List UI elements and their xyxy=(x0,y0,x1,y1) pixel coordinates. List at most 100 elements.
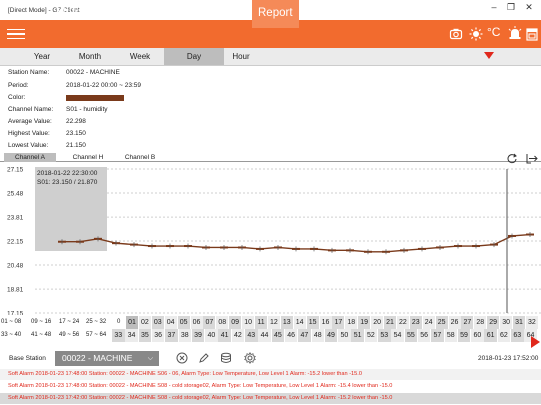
alarm-icon[interactable] xyxy=(508,26,522,42)
brightness-icon[interactable] xyxy=(469,27,483,41)
day-15[interactable]: 15 xyxy=(306,316,319,329)
day-26[interactable]: 26 xyxy=(448,316,461,329)
range-01-08[interactable]: 01 ~ 08 xyxy=(1,316,21,329)
day-11[interactable]: 11 xyxy=(255,316,267,329)
celsius-icon[interactable]: °C xyxy=(487,25,500,39)
close-button[interactable]: ✕ xyxy=(522,2,536,13)
tab-channel-b[interactable]: Channel B xyxy=(114,153,166,162)
range-49-56[interactable]: 49 ~ 56 xyxy=(59,329,79,342)
chart-area[interactable]: 27.15 25.48 23.81 22.15 20.48 18.81 17.15 2018… xyxy=(0,163,541,318)
tab-channel-h[interactable]: Channel H xyxy=(62,153,114,162)
calendar-icon[interactable] xyxy=(526,27,538,41)
base-station-select[interactable]: 00022 - MACHINE ⌵ xyxy=(55,351,159,366)
settings-icon[interactable] xyxy=(244,352,256,364)
day-25[interactable]: 25 xyxy=(435,316,448,329)
day-09[interactable]: 09 xyxy=(229,316,242,329)
range-57-64[interactable]: 57 ~ 64 xyxy=(86,329,106,342)
camera-icon[interactable] xyxy=(449,27,463,41)
day-22[interactable]: 22 xyxy=(396,316,409,329)
week-43[interactable]: 43 xyxy=(245,329,258,342)
week-57[interactable]: 57 xyxy=(431,329,444,342)
database-icon[interactable] xyxy=(220,352,232,364)
range-25-32[interactable]: 25 ~ 32 xyxy=(86,316,106,329)
day-02[interactable]: 02 xyxy=(138,316,151,329)
week-53[interactable]: 53 xyxy=(378,329,391,342)
tab-channel-a[interactable]: Channel A xyxy=(4,153,56,162)
range-41-48[interactable]: 41 ~ 48 xyxy=(31,329,51,342)
day-01[interactable]: 01 xyxy=(126,316,138,329)
day-17[interactable]: 17 xyxy=(332,316,345,329)
tab-week[interactable]: Week xyxy=(110,48,170,65)
week-54[interactable]: 54 xyxy=(391,329,404,342)
day-12[interactable]: 12 xyxy=(267,316,280,329)
week-51[interactable]: 51 xyxy=(351,329,364,342)
week-61[interactable]: 61 xyxy=(484,329,497,342)
day-06[interactable]: 06 xyxy=(190,316,203,329)
day-31[interactable]: 31 xyxy=(513,316,525,329)
week-38[interactable]: 38 xyxy=(178,329,191,342)
edit-icon[interactable] xyxy=(198,352,210,364)
day-21[interactable]: 21 xyxy=(384,316,396,329)
nav-meter[interactable]: Meter xyxy=(56,7,85,19)
day-27[interactable]: 27 xyxy=(461,316,474,329)
day-28[interactable]: 28 xyxy=(474,316,487,329)
week-60[interactable]: 60 xyxy=(471,329,484,342)
week-62[interactable]: 62 xyxy=(497,329,511,342)
day-13[interactable]: 13 xyxy=(280,316,293,329)
day-32[interactable]: 32 xyxy=(525,316,538,329)
week-50[interactable]: 50 xyxy=(338,329,351,342)
alarm-row[interactable]: Soft Alarm 2018-01-23 17:48:00 Station: … xyxy=(0,381,541,392)
nav-hmi[interactable]: HMI xyxy=(124,7,145,19)
week-44[interactable]: 44 xyxy=(258,329,271,342)
week-48[interactable]: 48 xyxy=(311,329,324,342)
day-08[interactable]: 08 xyxy=(216,316,229,329)
alarm-row[interactable]: Soft Alarm 2018-01-23 17:42:00 Station: … xyxy=(0,393,541,404)
day-14[interactable]: 14 xyxy=(293,316,306,329)
day-20[interactable]: 20 xyxy=(371,316,384,329)
day-03[interactable]: 03 xyxy=(151,316,164,329)
week-52[interactable]: 52 xyxy=(364,329,378,342)
week-34[interactable]: 34 xyxy=(125,329,138,342)
week-49[interactable]: 49 xyxy=(324,329,338,342)
day-24[interactable]: 24 xyxy=(422,316,435,329)
day-07[interactable]: 07 xyxy=(203,316,216,329)
week-47[interactable]: 47 xyxy=(298,329,311,342)
tab-hour[interactable]: Hour xyxy=(211,48,271,65)
day-05[interactable]: 05 xyxy=(177,316,190,329)
week-55[interactable]: 55 xyxy=(404,329,418,342)
menu-icon[interactable] xyxy=(7,28,25,40)
range-17-24[interactable]: 17 ~ 24 xyxy=(59,316,79,329)
week-56[interactable]: 56 xyxy=(417,329,431,342)
day-18[interactable]: 18 xyxy=(345,316,358,329)
week-33[interactable]: 33 xyxy=(112,329,125,342)
week-46[interactable]: 46 xyxy=(284,329,298,342)
week-42[interactable]: 42 xyxy=(231,329,245,342)
range-09-16[interactable]: 09 ~ 16 xyxy=(31,316,51,329)
nav-report[interactable]: Report xyxy=(252,0,299,28)
day-29[interactable]: 29 xyxy=(487,316,500,329)
week-59[interactable]: 59 xyxy=(457,329,471,342)
week-45[interactable]: 45 xyxy=(271,329,285,342)
week-37[interactable]: 37 xyxy=(165,329,178,342)
minimize-button[interactable]: – xyxy=(487,2,501,12)
week-36[interactable]: 36 xyxy=(151,329,165,342)
collapse-arrow-icon[interactable] xyxy=(484,52,494,59)
clear-icon[interactable] xyxy=(176,352,188,364)
alarm-row[interactable]: Soft Alarm 2018-01-23 17:48:00 Station: … xyxy=(0,369,541,380)
week-35[interactable]: 35 xyxy=(138,329,152,342)
day-19[interactable]: 19 xyxy=(358,316,371,329)
week-58[interactable]: 58 xyxy=(444,329,457,342)
week-63[interactable]: 63 xyxy=(511,329,524,342)
next-arrow-icon[interactable] xyxy=(531,336,540,348)
day-23[interactable]: 23 xyxy=(409,316,422,329)
range-33-40[interactable]: 33 ~ 40 xyxy=(1,329,21,342)
day-30[interactable]: 30 xyxy=(500,316,513,329)
day-04[interactable]: 04 xyxy=(164,316,177,329)
nav-data[interactable]: Data xyxy=(174,7,198,19)
day-16[interactable]: 16 xyxy=(319,316,332,329)
maximize-button[interactable]: ❐ xyxy=(504,2,518,13)
week-41[interactable]: 41 xyxy=(218,329,231,342)
week-40[interactable]: 40 xyxy=(205,329,218,342)
day-10[interactable]: 10 xyxy=(242,316,255,329)
week-39[interactable]: 39 xyxy=(191,329,205,342)
